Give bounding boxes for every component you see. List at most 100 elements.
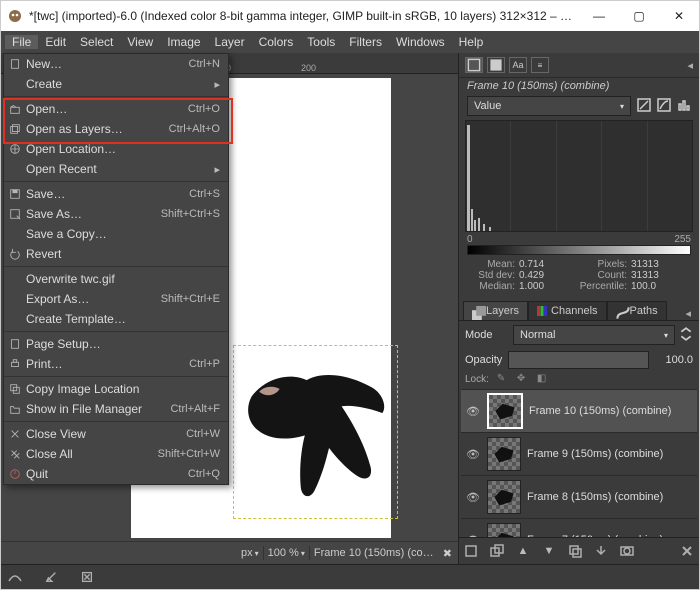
histogram-channel-combo[interactable]: Value▾ [467,96,631,116]
menu-item-page-setup[interactable]: Page Setup… [4,334,228,354]
menu-windows[interactable]: Windows [389,35,452,49]
lock-row: Lock: ✎ ✥ ◧ [459,371,699,387]
dock-menu-icon[interactable]: ◂ [687,59,693,72]
lock-paint-icon[interactable]: ✎ [497,373,509,385]
menu-item-show-in-file-manager[interactable]: Show in File ManagerCtrl+Alt+F [4,399,228,419]
brush-icon[interactable] [43,569,59,585]
tab-layers[interactable]: Layers [463,301,528,320]
layer-thumbnail[interactable] [487,393,523,429]
menu-item-save[interactable]: Save…Ctrl+S [4,184,228,204]
menu-item-shortcut: Shift+Ctrl+S [161,208,220,220]
menu-image[interactable]: Image [160,35,207,49]
mode-switch-icon[interactable] [679,327,693,344]
raise-layer-icon[interactable]: ▲ [515,543,531,559]
menu-edit[interactable]: Edit [38,35,73,49]
delete-icon[interactable] [79,569,95,585]
histogram-linear-icon[interactable] [637,98,651,115]
duplicate-layer-icon[interactable] [567,543,583,559]
menu-tools[interactable]: Tools [300,35,342,49]
cancel-icon[interactable]: ✖ [443,547,452,560]
wilber-icon[interactable] [7,569,23,585]
menu-item-open[interactable]: Open…Ctrl+O [4,99,228,119]
menu-item-label: Save… [26,187,189,201]
layer-list: 👁 Frame 10 (150ms) (combine) 👁 Frame 9 (150… [461,389,697,537]
opacity-slider[interactable] [508,351,649,369]
menu-item-save-as[interactable]: Save As…Shift+Ctrl+S [4,204,228,224]
menu-item-label: Close View [26,427,186,441]
menu-item-shortcut: Ctrl+W [186,428,220,440]
menu-item-overwrite-twc-gif[interactable]: Overwrite twc.gif [4,269,228,289]
layer-thumbnail[interactable] [487,480,521,514]
layer-visibility-icon[interactable]: 👁 [465,448,481,461]
menu-file[interactable]: File [5,35,38,49]
close-window-button[interactable]: ✕ [659,1,699,31]
menu-help[interactable]: Help [452,35,491,49]
lock-move-icon[interactable]: ✥ [517,373,529,385]
layer-name[interactable]: Frame 9 (150ms) (combine) [527,448,693,460]
layer-mask-icon[interactable] [619,543,635,559]
new-icon [4,58,26,70]
histogram-range-gradient[interactable] [467,245,691,255]
menu-item-create[interactable]: Create▸ [4,74,228,94]
menu-item-label: Print… [26,357,189,371]
tab-channels[interactable]: Channels [528,301,606,320]
layer-row[interactable]: 👁Frame 7 (150ms) (combine) [461,518,697,537]
menu-item-open-location[interactable]: Open Location… [4,139,228,159]
menu-item-close-view[interactable]: Close ViewCtrl+W [4,424,228,444]
selection-editor-icon[interactable] [465,57,483,73]
layer-name[interactable]: Frame 8 (150ms) (combine) [527,491,693,503]
menu-view[interactable]: View [120,35,160,49]
merge-down-icon[interactable] [593,543,609,559]
lower-layer-icon[interactable]: ▼ [541,543,557,559]
unit-combo[interactable]: px▾ [241,547,259,559]
dock-tabs-top: Aa ≡ ◂ [459,53,699,78]
gimp-logo-icon [7,8,23,24]
layer-name[interactable]: Frame 10 (150ms) (combine) [529,405,693,417]
tab-paths[interactable]: Paths [607,301,667,320]
layer-visibility-icon[interactable]: 👁 [465,405,481,418]
menu-filters[interactable]: Filters [342,35,389,49]
menu-item-open-recent[interactable]: Open Recent▸ [4,159,228,179]
image-content [237,348,392,513]
font-icon[interactable]: Aa [509,57,527,73]
blend-mode-combo[interactable]: Normal▾ [513,325,675,345]
dock-menu-icon-2[interactable]: ◂ [681,307,695,320]
lock-alpha-icon[interactable]: ◧ [537,373,549,385]
histogram-log-icon[interactable] [657,98,671,115]
layer-row[interactable]: 👁 Frame 9 (150ms) (combine) [461,432,697,475]
menu-item-close-all[interactable]: Close AllShift+Ctrl+W [4,444,228,464]
menu-item-copy-image-location[interactable]: Copy Image Location [4,379,228,399]
page-icon [4,338,26,350]
menu-item-save-a-copy[interactable]: Save a Copy… [4,224,228,244]
revert-icon [4,248,26,260]
maximize-button[interactable]: ▢ [619,1,659,31]
menu-select[interactable]: Select [73,35,120,49]
menu-item-label: Quit [26,467,188,481]
device-status-icon[interactable] [487,57,505,73]
layer-row[interactable]: 👁 Frame 8 (150ms) (combine) [461,475,697,518]
opacity-label: Opacity [465,354,502,366]
menu-item-revert[interactable]: Revert [4,244,228,264]
menu-colors[interactable]: Colors [252,35,301,49]
layer-row[interactable]: 👁 Frame 10 (150ms) (combine) [461,389,697,432]
menu-item-export-as[interactable]: Export As…Shift+Ctrl+E [4,289,228,309]
layer-thumbnail[interactable] [487,523,521,537]
menu-item-label: New… [26,57,189,71]
menu-item-new[interactable]: New…Ctrl+N [4,54,228,74]
document-history-icon[interactable]: ≡ [531,57,549,73]
menu-item-create-template[interactable]: Create Template… [4,309,228,329]
histogram-style-icon[interactable] [677,98,691,115]
menu-item-print[interactable]: Print…Ctrl+P [4,354,228,374]
delete-layer-icon[interactable] [679,543,695,559]
layer-visibility-icon[interactable]: 👁 [465,534,481,538]
minimize-button[interactable]: — [579,1,619,31]
menu-layer[interactable]: Layer [208,35,252,49]
layer-visibility-icon[interactable]: 👁 [465,491,481,504]
menu-item-shortcut: Ctrl+Alt+F [170,403,220,415]
layer-group-icon[interactable] [489,543,505,559]
menu-item-quit[interactable]: QuitCtrl+Q [4,464,228,484]
zoom-combo[interactable]: 100 %▾ [268,547,305,559]
layer-thumbnail[interactable] [487,437,521,471]
new-layer-icon[interactable] [463,543,479,559]
menu-item-open-as-layers[interactable]: Open as Layers…Ctrl+Alt+O [4,119,228,139]
